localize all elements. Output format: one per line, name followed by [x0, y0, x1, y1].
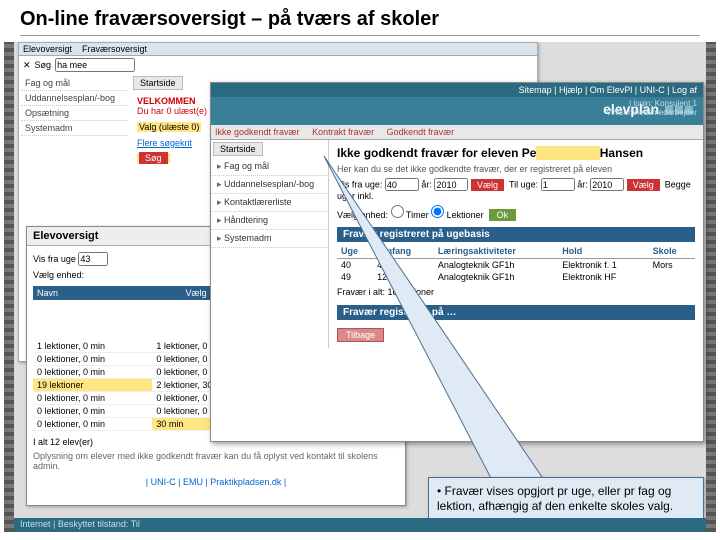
callout-box: • Fravær vises opgjort pr uge, eller pr … — [428, 477, 704, 521]
valg-highlight: Valg (ulæste 0) — [137, 122, 201, 132]
tab-fravaersoversigt[interactable]: Fraværsoversigt — [82, 44, 147, 54]
stage: Elevoversigt Fraværsoversigt ✕ Søg Start… — [4, 42, 716, 532]
tilbage-button[interactable]: Tilbage — [337, 328, 384, 342]
ar2-label: år: — [577, 180, 588, 190]
vis-fra-label: Vis fra uge: — [337, 180, 382, 190]
fravaer-table: Uge Omfang Læringsaktiviteter Hold Skole… — [337, 244, 695, 283]
tab-kontrakt[interactable]: Kontrakt fravær — [312, 127, 374, 137]
status-text: Internet | Beskyttet tilstand: Til — [20, 519, 140, 531]
slide-underline — [20, 35, 700, 36]
uge-input[interactable] — [78, 252, 108, 266]
ar1-input[interactable] — [434, 178, 468, 191]
nav-kontaktlaerer[interactable]: Kontaktlærerliste — [211, 194, 328, 212]
side-menu: Fag og mål Uddannelsesplan/-bog Opsætnin… — [19, 74, 129, 138]
ar1-label: år: — [421, 180, 432, 190]
ok-button[interactable]: Ok — [489, 209, 517, 221]
film-strip-left — [4, 42, 14, 532]
window-tabs: Elevoversigt Fraværsoversigt — [19, 43, 537, 56]
breadcrumb-startside[interactable]: Startside — [133, 76, 183, 90]
menu-systemadm[interactable]: Systemadm — [21, 121, 127, 136]
th-navn[interactable]: Navn — [33, 286, 181, 300]
breadcrumb-startside-2[interactable]: Startside — [213, 142, 263, 156]
nav-fag-og-maal[interactable]: Fag og mål — [211, 158, 328, 176]
tab-elevoversigt[interactable]: Elevoversigt — [23, 44, 72, 54]
status-tabs: Ikke godkendt fravær Kontrakt fravær God… — [211, 125, 703, 140]
tab-godkendt[interactable]: Godkendt fravær — [387, 127, 455, 137]
flere-soegekrit-link[interactable]: Flere søgekrit — [137, 138, 192, 148]
radio-lektioner[interactable] — [431, 205, 444, 218]
uge2-input[interactable] — [541, 178, 575, 191]
vaelg-button-1[interactable]: Vælg — [471, 179, 504, 191]
nav-systemadm[interactable]: Systemadm — [211, 230, 328, 248]
side-nav: Startside Fag og mål Uddannelsesplan/-bo… — [211, 140, 329, 348]
info-note: Oplysning om elever med ikke godkendt fr… — [33, 451, 399, 471]
th-omfang[interactable]: Omfang — [373, 244, 434, 259]
table-row: 404 lek.Analogteknik GF1hElektronik f. 1… — [337, 259, 695, 272]
search-label: Søg — [35, 60, 52, 70]
status-bar: Internet | Beskyttet tilstand: Til — [14, 518, 706, 532]
menu-uddannelsesplan[interactable]: Uddannelsesplan/-bog — [21, 91, 127, 106]
footer-links[interactable]: | UNI-C | EMU | Praktikpladsen.dk | — [33, 477, 399, 487]
vaelg-enhed-label: Vælg enhed: — [33, 270, 84, 280]
window-elevplan: Sitemap | Hjælp | Om ElevPl | UNI-C | Lo… — [210, 82, 704, 442]
th-laering[interactable]: Læringsaktiviteter — [434, 244, 558, 259]
main-content: Ikke godkendt fravær for eleven Pe Hanse… — [329, 140, 703, 348]
th-skole[interactable]: Skole — [649, 244, 695, 259]
section-fravaer-2: Fravær registreret på … — [337, 305, 695, 320]
menu-opsaetning[interactable]: Opsætning — [21, 106, 127, 121]
section-ugebasis: Fravær registreret på ugebasis — [337, 227, 695, 242]
film-strip-right — [706, 42, 716, 532]
tab-ikke-godkendt[interactable]: Ikke godkendt fravær — [215, 127, 300, 137]
vis-fra-uge-label: Vis fra uge — [33, 254, 76, 264]
th-uge[interactable]: Uge — [337, 244, 373, 259]
vaelg-button-2[interactable]: Vælg — [627, 179, 660, 191]
ar2-input[interactable] — [590, 178, 624, 191]
til-uge-label: Til uge: — [509, 180, 538, 190]
radio-timer[interactable] — [391, 205, 404, 218]
th-hold[interactable]: Hold — [558, 244, 648, 259]
slide-title: On-line fraværsoversigt – på tværs af sk… — [0, 0, 720, 35]
nav-uddannelsesplan[interactable]: Uddannelsesplan/-bog — [211, 176, 328, 194]
sum-row: Fravær i alt: 16 lektioner — [337, 287, 695, 297]
table-row: 4912 lek.Analogteknik GF1hElektronik HF — [337, 271, 695, 283]
top-links[interactable]: Sitemap | Hjælp | Om ElevPl | UNI-C | Lo… — [519, 85, 697, 95]
enhed-label: Vælg enhed: — [337, 210, 388, 220]
menu-fag-og-maal[interactable]: Fag og mål — [21, 76, 127, 91]
search-input[interactable] — [55, 58, 135, 72]
brand-banner: I login: Konsulent 1Virksomhedsmedarbejd… — [211, 97, 703, 125]
logged-user: I login: Konsulent 1Virksomhedsmedarbejd… — [606, 99, 697, 117]
close-icon[interactable]: ✕ — [23, 60, 31, 71]
page-desc: Her kan du se det ikke godkendte fravær,… — [337, 164, 695, 174]
sog-button[interactable]: Søg — [139, 152, 168, 164]
uge1-input[interactable] — [385, 178, 419, 191]
nav-haandtering[interactable]: Håndtering — [211, 212, 328, 230]
page-title: Ikke godkendt fravær for eleven Pe Hanse… — [337, 146, 695, 160]
